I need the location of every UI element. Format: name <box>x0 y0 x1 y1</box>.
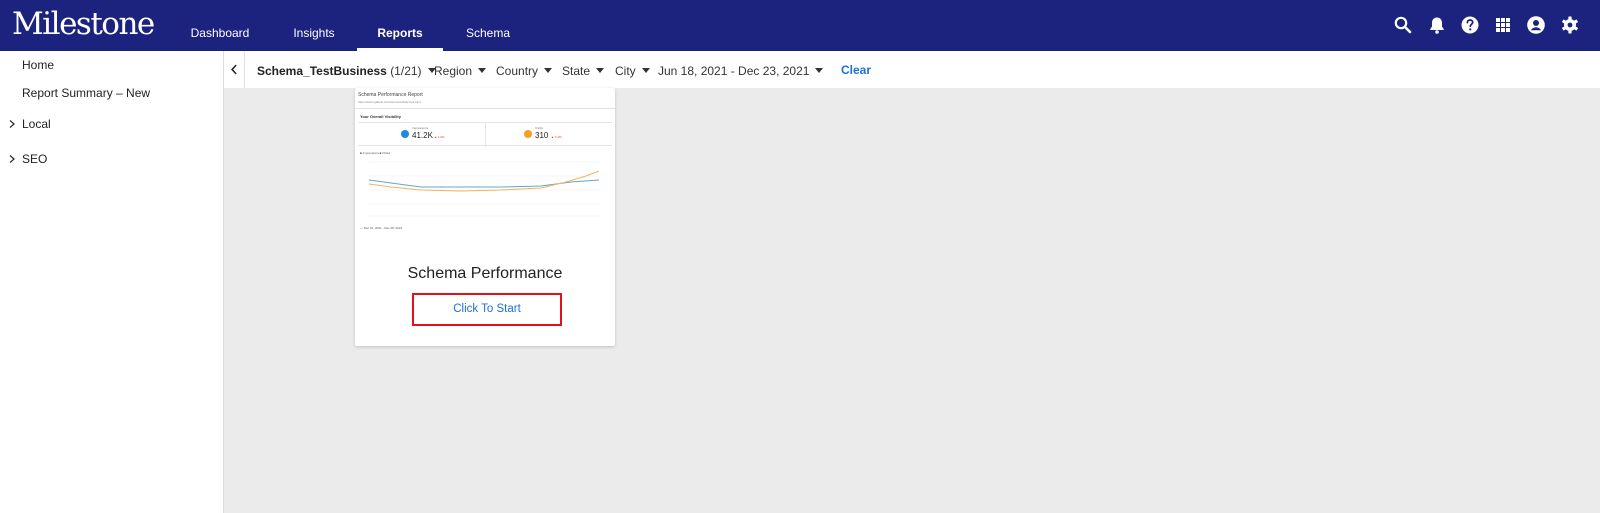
thumbnail-url: https://www.gabelo.com/services/daily-ti… <box>358 100 421 104</box>
collapse-sidebar-button[interactable] <box>224 51 245 88</box>
thumbnail-date-range: — Dec 01, 2021 - Dec 28, 2021 <box>360 226 403 230</box>
city-filter[interactable]: City <box>615 64 650 78</box>
help-icon[interactable] <box>1460 15 1480 35</box>
kpi-impressions-label: Impressions <box>412 126 429 130</box>
chevron-left-icon <box>231 64 237 75</box>
search-icon[interactable] <box>1393 15 1413 35</box>
milestone-logo[interactable]: Milestone <box>12 6 155 42</box>
caret-down-icon <box>544 68 553 73</box>
country-filter[interactable]: Country <box>496 64 553 78</box>
thumbnail-divider <box>355 108 615 109</box>
report-thumbnail: Schema Performance Report https://www.ga… <box>355 88 615 240</box>
apps-grid-icon[interactable] <box>1493 15 1513 35</box>
bell-icon[interactable] <box>1427 15 1447 35</box>
kpi-impressions-value: 41.2K <box>412 131 433 140</box>
sidebar: Home Report Summary – New Local SEO <box>0 51 224 513</box>
top-navigation-bar: Milestone Dashboard Insights Reports Sch… <box>0 0 1600 51</box>
tab-dashboard[interactable]: Dashboard <box>182 0 258 51</box>
clicks-icon <box>524 130 532 138</box>
caret-down-icon <box>596 68 605 73</box>
chevron-right-icon[interactable] <box>7 119 17 129</box>
kpi-impressions-delta: ▲ 4.0% <box>434 135 445 139</box>
caret-down-icon <box>641 68 650 73</box>
state-filter[interactable]: State <box>562 64 605 78</box>
chevron-right-icon[interactable] <box>7 154 17 164</box>
sidebar-item-seo[interactable]: SEO <box>22 152 47 166</box>
date-range-label: Jun 18, 2021 - Dec 23, 2021 <box>658 64 810 78</box>
impressions-icon <box>401 130 409 138</box>
tab-reports[interactable]: Reports <box>357 0 443 51</box>
kpi-divider <box>485 123 486 147</box>
date-range-filter[interactable]: Jun 18, 2021 - Dec 23, 2021 <box>658 64 824 78</box>
tab-schema[interactable]: Schema <box>458 0 518 51</box>
kpi-clicks-label: Clicks <box>535 126 543 130</box>
click-to-start-button[interactable]: Click To Start <box>412 293 562 326</box>
clicks-line <box>368 170 600 192</box>
account-icon[interactable] <box>1526 15 1546 35</box>
region-filter-label: Region <box>434 64 473 78</box>
business-filter[interactable]: Schema_TestBusiness (1/21) <box>257 64 436 78</box>
sidebar-item-local[interactable]: Local <box>22 117 51 131</box>
filter-bar: Schema_TestBusiness (1/21) Region Countr… <box>224 51 1600 88</box>
business-name: Schema_TestBusiness <box>257 64 387 78</box>
card-title: Schema Performance <box>407 265 563 282</box>
country-filter-label: Country <box>496 64 539 78</box>
clear-filters-link[interactable]: Clear <box>841 63 871 77</box>
sidebar-item-home[interactable]: Home <box>22 58 54 72</box>
state-filter-label: State <box>562 64 591 78</box>
impressions-line <box>368 179 600 188</box>
sidebar-item-report-summary-new[interactable]: Report Summary – New <box>22 86 150 100</box>
kpi-clicks-delta: ▲ 3.4% <box>551 135 562 139</box>
thumbnail-legend: ■ Impressions ■ Clicks <box>360 151 391 155</box>
caret-down-icon <box>478 68 487 73</box>
schema-performance-card: Schema Performance Report https://www.ga… <box>355 88 615 346</box>
thumbnail-report-title: Schema Performance Report <box>358 92 423 98</box>
thumbnail-section-title: Your Overall Visibility <box>360 114 401 119</box>
tab-insights[interactable]: Insights <box>280 0 348 51</box>
region-filter[interactable]: Region <box>434 64 487 78</box>
kpi-clicks-value: 310 <box>535 131 549 140</box>
thumbnail-line-chart <box>368 161 600 217</box>
settings-gear-icon[interactable] <box>1560 15 1580 35</box>
business-count: (1/21) <box>390 64 422 78</box>
city-filter-label: City <box>615 64 636 78</box>
caret-down-icon <box>815 68 824 73</box>
thumbnail-kpi-box: Impressions 41.2K ▲ 4.0% Clicks 310 ▲ 3.… <box>358 122 612 147</box>
